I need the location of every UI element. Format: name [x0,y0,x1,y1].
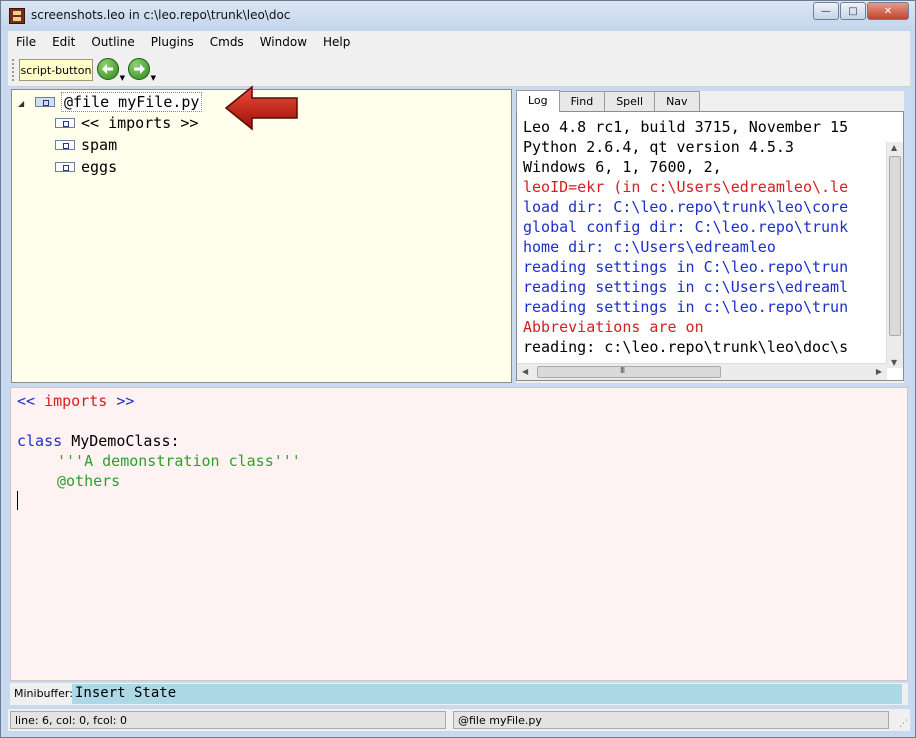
log-line: Abbreviations are on [523,318,704,336]
log-horizontal-scrollbar[interactable]: ◀ ▶ [517,363,887,380]
forward-arrow-icon[interactable]: ▼ [128,58,156,82]
log-line: reading settings in c:\leo.repo\trun [523,298,849,316]
menu-cmds[interactable]: Cmds [202,35,252,49]
node-headline[interactable]: << imports >> [81,114,198,132]
status-bar: line: 6, col: 0, fcol: 0 @file myFile.py… [8,709,910,731]
code-line-others: @others [57,472,121,490]
text-cursor [17,491,18,510]
menu-edit[interactable]: Edit [44,35,83,49]
node-headline[interactable]: spam [81,136,117,154]
leo-app-icon [9,8,25,24]
minibuffer-input[interactable]: Insert State [72,684,902,704]
log-line: reading settings in c:\Users\edreaml [523,278,849,296]
log-line: load dir: C:\leo.repo\trunk\leo\core [523,198,849,216]
leo-window: screenshots.leo in c:\leo.repo\trunk\leo… [0,0,916,738]
tab-nav[interactable]: Nav [654,91,700,111]
minibuffer-label: Minibuffer: [14,687,73,700]
toolbar-grip[interactable] [12,59,15,81]
node-headline[interactable]: eggs [81,158,117,176]
log-pane: Log Find Spell Nav Leo 4.8 rc1, build 37… [516,90,904,383]
class-keyword: class [17,432,63,450]
tab-log[interactable]: Log [516,90,560,112]
status-position: line: 6, col: 0, fcol: 0 [10,711,446,729]
menu-plugins[interactable]: Plugins [143,35,202,49]
outline-pane[interactable]: ◢ @file myFile.py << imports >> spam egg… [11,89,512,383]
scroll-thumb[interactable] [889,156,901,336]
log-line: global config dir: C:\leo.repo\trunk [523,218,849,236]
outline-node-eggs[interactable]: eggs [55,158,117,176]
node-icon [55,118,75,128]
window-controls: — □ ✕ [812,2,909,20]
outline-node-spam[interactable]: spam [55,136,117,154]
minibuffer: Minibuffer: Insert State [10,683,908,705]
scroll-left-icon[interactable]: ◀ [522,367,528,376]
class-name: MyDemoClass: [71,432,180,450]
close-button[interactable]: ✕ [867,2,909,20]
node-icon [55,140,75,150]
log-tabs: Log Find Spell Nav [516,90,700,112]
code-line-docstring: '''A demonstration class''' [57,452,301,470]
back-arrow-icon[interactable]: ▼ [97,58,125,82]
toolbar: script-button ▼ ▼ [8,53,910,87]
menu-help[interactable]: Help [315,35,358,49]
tab-find[interactable]: Find [558,91,606,111]
resize-grip-icon[interactable]: ⋰ [899,719,908,729]
scroll-down-icon[interactable]: ▼ [891,358,897,367]
node-icon [35,97,55,107]
log-vertical-scrollbar[interactable]: ▲ ▼ [886,142,903,368]
tab-spell[interactable]: Spell [604,91,656,111]
minimize-button[interactable]: — [813,2,839,20]
menu-outline[interactable]: Outline [83,35,142,49]
node-icon [55,162,75,172]
section-open: << [17,392,36,410]
log-line: reading settings in C:\leo.repo\trun [523,258,849,276]
log-line: reading: c:\leo.repo\trunk\leo\doc\s [523,338,849,356]
window-title: screenshots.leo in c:\leo.repo\trunk\leo… [31,8,291,22]
red-pointer-arrow-icon [224,85,298,131]
log-output[interactable]: Leo 4.8 rc1, build 3715, November 15 Pyth… [516,111,904,381]
log-line: Python 2.6.4, qt version 4.5.3 [523,138,794,156]
outline-node-imports[interactable]: << imports >> [55,114,198,132]
section-close: >> [116,392,135,410]
log-line: home dir: c:\Users\edreamleo [523,238,776,256]
code-line-section-ref: << imports >> [17,392,134,410]
scroll-up-icon[interactable]: ▲ [891,143,897,152]
scroll-right-icon[interactable]: ▶ [876,367,882,376]
menu-window[interactable]: Window [252,35,315,49]
title-bar[interactable]: screenshots.leo in c:\leo.repo\trunk\leo… [1,1,915,31]
outline-node-file[interactable]: @file myFile.py [35,92,203,112]
status-node: @file myFile.py [453,711,889,729]
code-line-class: class MyDemoClass: [17,432,180,450]
section-name: imports [44,392,108,410]
menu-bar: File Edit Outline Plugins Cmds Window He… [8,31,910,53]
log-line: Windows 6, 1, 7600, 2, [523,158,722,176]
maximize-button[interactable]: □ [840,2,866,20]
log-line: Leo 4.8 rc1, build 3715, November 15 [523,118,849,136]
script-button[interactable]: script-button [19,59,93,81]
scroll-thumb[interactable] [537,366,721,378]
menu-file[interactable]: File [8,35,44,49]
log-line: leoID=ekr (in c:\Users\edreamleo\.le [523,178,849,196]
expand-collapse-icon[interactable]: ◢ [18,99,24,108]
body-editor[interactable]: << imports >> class MyDemoClass: '''A de… [10,387,908,681]
node-headline[interactable]: @file myFile.py [61,92,203,112]
